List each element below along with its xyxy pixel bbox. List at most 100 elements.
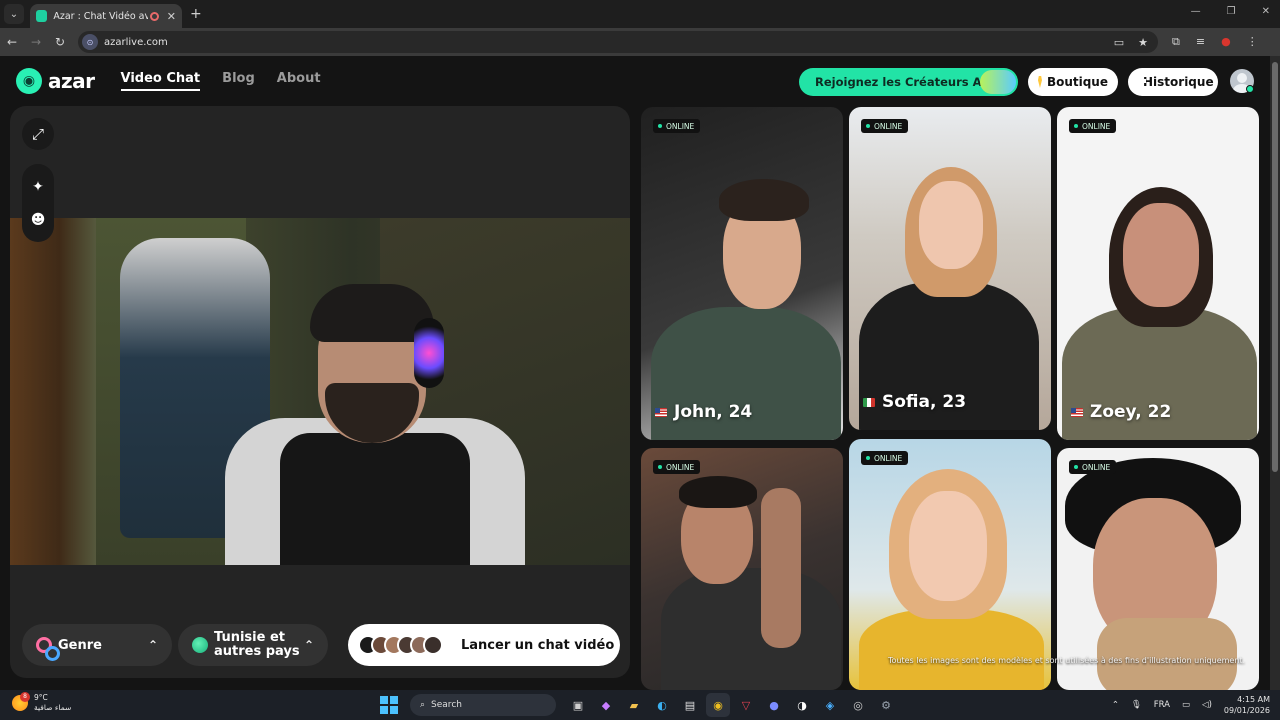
copilot-icon[interactable]: ◆	[594, 693, 618, 717]
search-placeholder: Search	[431, 700, 462, 710]
volume-icon[interactable]: ◁)	[1202, 700, 1212, 710]
new-tab-icon[interactable]: +	[190, 6, 202, 22]
shop-label: Boutique	[1046, 75, 1108, 89]
minimize-icon[interactable]: —	[1191, 6, 1201, 17]
profile-card-4[interactable]: ONLINE	[641, 448, 843, 690]
chevron-up-icon: ⌃	[303, 638, 314, 652]
join-creators-button[interactable]: Rejoignez les Créateurs Azar	[799, 68, 1018, 96]
weather-moon-icon: 8	[12, 692, 30, 711]
profile-name-text: John, 24	[674, 402, 753, 422]
profile-card-john[interactable]: ONLINE John, 24	[641, 107, 843, 440]
windows-start-icon[interactable]	[380, 696, 398, 714]
face-avatar	[423, 635, 443, 655]
profile-card-zoey[interactable]: ONLINE Zoey, 22	[1057, 107, 1259, 440]
main-nav: Video Chat Blog About	[120, 71, 321, 91]
creator-sticker-icon	[980, 70, 1016, 94]
profile-name-text: Sofia, 23	[882, 392, 967, 412]
avatar-stack	[358, 635, 443, 655]
nav-blog[interactable]: Blog	[222, 71, 255, 91]
us-flag-icon	[1071, 407, 1083, 417]
extensions-icon[interactable]: ⧉	[1172, 35, 1180, 49]
disclaimer-text: Toutes les images sont des modèles et so…	[888, 656, 1246, 665]
chrome-icon[interactable]: ◉	[706, 693, 730, 717]
reading-list-icon[interactable]: ≡	[1196, 35, 1205, 49]
profile-name: Zoey, 22	[1071, 402, 1171, 422]
launch-label: Lancer un chat vidéo	[461, 637, 615, 653]
country-label: Tunisie et autres pays	[214, 631, 300, 659]
tab-search-chevron-icon[interactable]: ⌄	[4, 4, 24, 24]
browser-menu-icon[interactable]: ⋮	[1247, 35, 1258, 49]
profile-card-6[interactable]: ONLINE	[1057, 448, 1259, 690]
shop-button[interactable]: Boutique	[1028, 68, 1118, 96]
taskbar-apps: ⌕ Search ▣ ◆ ▰ ◐ ▤ ◉ ▽ ● ◑ ◈ ◎ ⚙	[380, 693, 898, 717]
site-info-icon[interactable]: ⊙	[82, 34, 98, 50]
expand-icon[interactable]: ⤢	[22, 118, 54, 150]
us-flag-icon	[655, 407, 667, 417]
online-badge: ONLINE	[861, 119, 909, 133]
nav-video-chat[interactable]: Video Chat	[120, 71, 201, 91]
history-button[interactable]: Historique	[1128, 68, 1218, 96]
profile-name-text: Zoey, 22	[1090, 402, 1172, 422]
weather-badge: 8	[20, 692, 30, 702]
globe-icon	[192, 637, 208, 653]
profile-name: Sofia, 23	[863, 392, 966, 412]
browser-tab[interactable]: Azar : Chat Vidéo avec de n ✕	[30, 4, 182, 28]
tab-close-icon[interactable]: ✕	[167, 10, 176, 23]
weather-widget[interactable]: 8 9°C سماء صافية	[12, 692, 72, 713]
logo-text: azar	[48, 69, 95, 93]
azar-logo[interactable]: ◉ azar	[16, 68, 95, 94]
online-badge: ONLINE	[653, 460, 701, 474]
history-label: Historique	[1143, 75, 1214, 89]
edge-icon[interactable]: ◐	[650, 693, 674, 717]
task-view-icon[interactable]: ▣	[566, 693, 590, 717]
country-selector[interactable]: Tunisie et autres pays ⌃	[178, 624, 328, 666]
date: 09/01/2026	[1223, 706, 1270, 715]
file-explorer-icon[interactable]: ▰	[622, 693, 646, 717]
microphone-icon[interactable]: 🎙︎	[1131, 700, 1142, 710]
address-field[interactable]: ⊙ azarlive.com ▭ ★	[78, 31, 1158, 53]
sparkle-effects-icon[interactable]: ✦	[32, 179, 44, 195]
webcam-preview	[10, 218, 630, 565]
app-record-icon[interactable]: ◎	[846, 693, 870, 717]
gender-label: Genre	[58, 637, 102, 653]
profile-card-5[interactable]: ONLINE	[849, 439, 1051, 690]
search-icon: ⌕	[420, 700, 426, 710]
bookmark-star-icon[interactable]: ★	[1138, 36, 1148, 49]
tray-overflow-icon[interactable]: ⌃	[1112, 700, 1119, 710]
browser-tab-bar: ⌄ Azar : Chat Vidéo avec de n ✕ + — ❐ ✕	[0, 0, 1280, 28]
app-blue-icon[interactable]: ◈	[818, 693, 842, 717]
cast-icon[interactable]: ▭	[1114, 36, 1124, 49]
language-indicator[interactable]: FRA	[1154, 700, 1170, 710]
weather-description: سماء صافية	[34, 703, 72, 712]
video-panel	[10, 106, 630, 678]
settings-gear-icon[interactable]: ⚙	[874, 693, 898, 717]
effects-toolbar: ✦ ☻	[22, 164, 54, 242]
app-circle-icon[interactable]: ◑	[790, 693, 814, 717]
close-window-icon[interactable]: ✕	[1262, 6, 1270, 17]
gender-selector[interactable]: Genre ⌃	[22, 624, 172, 666]
join-creators-label: Rejoignez les Créateurs Azar	[815, 75, 1002, 89]
discord-icon[interactable]: ●	[762, 693, 786, 717]
azar-favicon-icon	[36, 10, 48, 22]
country-line-1: Tunisie et	[214, 630, 285, 645]
recording-indicator-icon	[150, 11, 159, 21]
launch-video-chat-button[interactable]: Lancer un chat vidéo	[348, 624, 620, 666]
nav-about[interactable]: About	[277, 71, 321, 91]
scrollbar-thumb[interactable]	[1272, 62, 1278, 472]
window-controls: — ❐ ✕	[1191, 6, 1270, 17]
face-filter-icon[interactable]: ☻	[31, 212, 46, 228]
online-badge: ONLINE	[861, 451, 909, 465]
store-icon[interactable]: ▤	[678, 693, 702, 717]
url-text[interactable]: azarlive.com	[104, 37, 168, 48]
taskbar-search[interactable]: ⌕ Search	[410, 694, 556, 716]
restore-icon[interactable]: ❐	[1227, 6, 1236, 17]
chevron-up-icon: ⌃	[147, 638, 158, 652]
profile-icon[interactable]: ●	[1221, 35, 1231, 49]
app-v-icon[interactable]: ▽	[734, 693, 758, 717]
clock[interactable]: 4:15 AM 09/01/2026	[1224, 694, 1270, 716]
back-icon[interactable]: ←	[0, 35, 24, 49]
reload-icon[interactable]: ↻	[48, 35, 72, 49]
forward-icon[interactable]: →	[24, 35, 48, 49]
profile-card-sofia[interactable]: ONLINE Sofia, 23	[849, 107, 1051, 430]
network-icon[interactable]: ▭	[1182, 700, 1190, 710]
